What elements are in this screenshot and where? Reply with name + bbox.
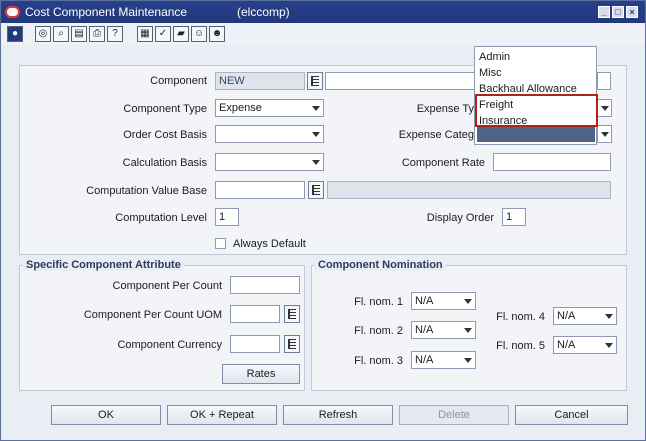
fl-nom-4-select[interactable]: N/A	[553, 307, 617, 325]
chevron-down-icon	[605, 314, 613, 319]
component-field[interactable]: NEW	[215, 72, 305, 90]
fl-nom-2-label: Fl. nom. 2	[354, 325, 403, 337]
per-count-field[interactable]	[230, 276, 300, 294]
user-icon[interactable]: ☺	[191, 26, 207, 42]
window-title: Cost Component Maintenance	[25, 5, 188, 19]
app-window: Cost Component Maintenance (elccomp) _ □…	[0, 0, 646, 441]
print-icon[interactable]: ⎙	[89, 26, 105, 42]
expense-category-label: Expense Categ	[398, 129, 474, 141]
per-count-uom-lov-icon[interactable]	[284, 305, 300, 323]
dropdown-highlight[interactable]	[477, 125, 595, 142]
per-count-uom-label: Component Per Count UOM	[83, 309, 222, 321]
globe-icon[interactable]: ●	[7, 26, 23, 42]
folder-icon[interactable]: ▰	[173, 26, 189, 42]
check-icon[interactable]: ✓	[155, 26, 171, 42]
dropdown-option[interactable]: Misc	[479, 67, 502, 79]
chevron-down-icon	[312, 106, 320, 111]
ok-button[interactable]: OK	[51, 405, 161, 425]
fl-nom-3-select[interactable]: N/A	[411, 351, 476, 369]
rates-button[interactable]: Rates	[222, 364, 300, 384]
chevron-down-icon	[601, 106, 609, 111]
chevron-down-icon	[312, 132, 320, 137]
computation-value-base-desc	[327, 181, 611, 199]
fl-nom-1-select[interactable]: N/A	[411, 292, 476, 310]
computation-value-base-lov-icon[interactable]	[308, 181, 324, 199]
computation-value-base-field[interactable]	[215, 181, 305, 199]
ok-repeat-button[interactable]: OK + Repeat	[167, 405, 277, 425]
expense-type-label: Expense Ty	[416, 103, 474, 115]
user2-icon[interactable]: ☻	[209, 26, 225, 42]
chevron-down-icon	[312, 160, 320, 165]
always-default-label: Always Default	[233, 238, 306, 250]
expense-type-select[interactable]	[597, 99, 612, 117]
specific-attribute-title: Specific Component Attribute	[23, 259, 184, 271]
oracle-logo-icon	[5, 6, 20, 18]
question-icon[interactable]: ?	[107, 26, 123, 42]
calculation-basis-select[interactable]	[215, 153, 324, 171]
help-icon[interactable]: ◎	[35, 26, 51, 42]
fl-nom-2-select[interactable]: N/A	[411, 321, 476, 339]
window-context: (elccomp)	[237, 5, 290, 19]
fl-nom-1-label: Fl. nom. 1	[354, 296, 403, 308]
per-count-uom-field[interactable]	[230, 305, 280, 323]
order-cost-basis-select[interactable]	[215, 125, 324, 143]
component-type-select[interactable]: Expense	[215, 99, 324, 117]
dropdown-option[interactable]: Admin	[479, 51, 510, 63]
computation-level-field[interactable]: 1	[215, 208, 239, 226]
currency-lov-icon[interactable]	[284, 335, 300, 353]
order-cost-basis-label: Order Cost Basis	[123, 129, 207, 141]
fl-nom-4-label: Fl. nom. 4	[496, 311, 545, 323]
cancel-button[interactable]: Cancel	[515, 405, 628, 425]
fl-nom-4-value: N/A	[557, 310, 576, 322]
calculation-basis-label: Calculation Basis	[122, 157, 207, 169]
currency-field[interactable]	[230, 335, 280, 353]
nomination-title: Component Nomination	[315, 259, 446, 271]
find-icon[interactable]: ⌕	[53, 26, 69, 42]
fl-nom-5-value: N/A	[557, 339, 576, 351]
refresh-button[interactable]: Refresh	[283, 405, 393, 425]
highlight-box	[475, 94, 598, 127]
expense-category-select[interactable]	[597, 125, 612, 143]
fl-nom-5-select[interactable]: N/A	[553, 336, 617, 354]
grid-icon[interactable]: ▦	[137, 26, 153, 42]
close-icon[interactable]: ×	[626, 6, 638, 18]
doc-icon[interactable]: ▤	[71, 26, 87, 42]
component-desc-field-end[interactable]	[597, 72, 611, 90]
minimize-icon[interactable]: _	[598, 6, 610, 18]
component-type-value: Expense	[219, 102, 262, 114]
display-order-label: Display Order	[426, 212, 494, 224]
component-lov-icon[interactable]	[307, 72, 323, 90]
component-rate-label: Component Rate	[401, 157, 485, 169]
fl-nom-3-label: Fl. nom. 3	[354, 355, 403, 367]
per-count-label: Component Per Count	[112, 280, 222, 292]
computation-level-label: Computation Level	[115, 212, 207, 224]
chevron-down-icon	[605, 343, 613, 348]
title-bar: Cost Component Maintenance (elccomp) _ □…	[1, 1, 645, 23]
toolbar: ● ◎ ⌕ ▤ ⎙ ? ▦ ✓ ▰ ☺ ☻	[1, 23, 645, 45]
always-default-checkbox[interactable]	[215, 238, 226, 249]
component-desc-field[interactable]	[325, 72, 475, 90]
fl-nom-2-value: N/A	[415, 324, 434, 336]
component-label: Component	[150, 75, 207, 87]
chevron-down-icon	[464, 299, 472, 304]
display-order-field[interactable]: 1	[502, 208, 526, 226]
fl-nom-5-label: Fl. nom. 5	[496, 340, 545, 352]
component-type-label: Component Type	[123, 103, 207, 115]
chevron-down-icon	[601, 132, 609, 137]
chevron-down-icon	[464, 358, 472, 363]
fl-nom-3-value: N/A	[415, 354, 434, 366]
currency-label: Component Currency	[117, 339, 222, 351]
maximize-icon[interactable]: □	[612, 6, 624, 18]
computation-value-base-label: Computation Value Base	[86, 185, 207, 197]
delete-button[interactable]: Delete	[399, 405, 509, 425]
chevron-down-icon	[464, 328, 472, 333]
fl-nom-1-value: N/A	[415, 295, 434, 307]
component-rate-field[interactable]	[493, 153, 611, 171]
